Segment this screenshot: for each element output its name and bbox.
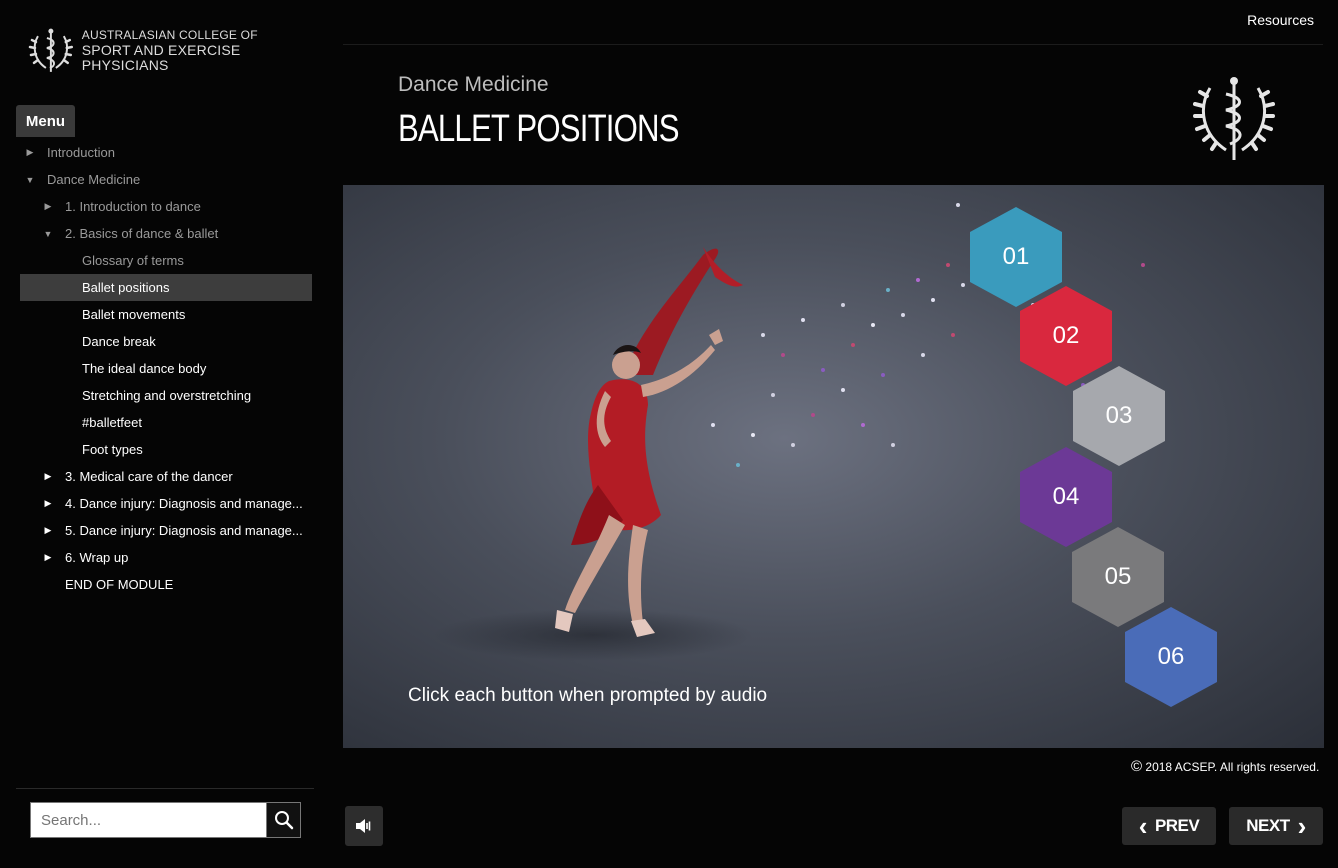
menu-item-label: Ballet movements	[82, 307, 186, 322]
menu-item-stretching[interactable]: Stretching and overstretching	[20, 382, 312, 409]
menu-item-wrap-up[interactable]: ▶ 6. Wrap up	[20, 544, 312, 571]
header-divider	[343, 44, 1323, 45]
caret-right-icon: ▶	[44, 471, 52, 481]
search-icon	[274, 811, 293, 830]
chevron-right-icon: ›	[1297, 811, 1307, 841]
logo-line2: SPORT AND EXERCISE PHYSICIANS	[81, 41, 241, 73]
menu-list: ▶ Introduction ▼ Dance Medicine ▶ 1. Int…	[20, 139, 312, 598]
menu-item-label: 1. Introduction to dance	[65, 199, 201, 214]
menu-item-label: #balletfeet	[82, 415, 142, 430]
menu-item-glossary[interactable]: Glossary of terms	[20, 247, 312, 274]
college-logo: AUSTRALASIAN COLLEGE OF SPORT AND EXERCI…	[28, 26, 330, 74]
caret-down-icon: ▼	[25, 174, 35, 185]
caret-right-icon: ▶	[26, 147, 34, 157]
module-subtitle: Dance Medicine	[398, 73, 549, 96]
menu-item-end-of-module[interactable]: END OF MODULE	[20, 571, 312, 598]
menu-item-label: The ideal dance body	[82, 361, 207, 376]
sidebar-divider	[16, 788, 314, 789]
speaker-icon	[356, 819, 371, 833]
copyright-text: © 2018 ACSEP. All rights reserved.	[1131, 758, 1319, 775]
logo-line1: AUSTRALASIAN COLLEGE OF	[81, 27, 258, 42]
caret-right-icon: ▶	[44, 498, 52, 508]
app-window: AUSTRALASIAN COLLEGE OF SPORT AND EXERCI…	[0, 0, 1338, 868]
menu-item-ballet-movements[interactable]: Ballet movements	[20, 301, 312, 328]
menu-item-foot-types[interactable]: Foot types	[20, 436, 312, 463]
menu-item-introduction[interactable]: ▶ Introduction	[20, 139, 312, 166]
resources-link[interactable]: Resources	[1247, 12, 1314, 28]
audio-toggle-button[interactable]	[345, 806, 383, 846]
menu-item-label: 2. Basics of dance & ballet	[65, 226, 219, 241]
menu-tab[interactable]: Menu	[16, 105, 75, 137]
menu-item-dance-medicine[interactable]: ▼ Dance Medicine	[20, 166, 312, 193]
caduceus-crest-icon	[1193, 77, 1275, 160]
menu-item-label: END OF MODULE	[65, 577, 174, 592]
menu-item-medical-care[interactable]: ▶ 3. Medical care of the dancer	[20, 463, 312, 490]
caret-down-icon: ▼	[43, 228, 53, 239]
prev-button[interactable]: ‹ PREV	[1122, 807, 1216, 845]
menu-item-label: 4. Dance injury: Diagnosis and manage...	[65, 496, 303, 511]
menu-item-label: Introduction	[47, 145, 115, 160]
menu-item-balletfeet[interactable]: #balletfeet	[20, 409, 312, 436]
menu-item-label: 5. Dance injury: Diagnosis and manage...	[65, 523, 303, 538]
content-stage: Click each button when prompted by audio…	[343, 185, 1324, 748]
prev-label: PREV	[1154, 816, 1200, 835]
caduceus-laurel-icon	[28, 28, 74, 72]
page-title: BALLET POSITIONS	[398, 108, 680, 150]
menu-item-label: Ballet positions	[82, 280, 170, 295]
menu-item-dance-injury-4[interactable]: ▶ 4. Dance injury: Diagnosis and manage.…	[20, 490, 312, 517]
menu-item-label: Stretching and overstretching	[82, 388, 252, 403]
menu-item-intro-to-dance[interactable]: ▶ 1. Introduction to dance	[20, 193, 312, 220]
menu-item-ideal-dance-body[interactable]: The ideal dance body	[20, 355, 312, 382]
search-button[interactable]	[266, 803, 300, 837]
copyright-label: 2018 ACSEP. All rights reserved.	[1145, 760, 1320, 774]
menu-item-label: Glossary of terms	[82, 253, 184, 268]
copyright-icon: ©	[1131, 758, 1143, 775]
menu-item-basics-of-dance[interactable]: ▼ 2. Basics of dance & ballet	[20, 220, 312, 247]
caret-right-icon: ▶	[44, 525, 52, 535]
menu-item-label: Dance break	[82, 334, 156, 349]
menu-item-label: Foot types	[82, 442, 143, 457]
chevron-left-icon: ‹	[1138, 811, 1148, 841]
search-input[interactable]	[31, 803, 266, 837]
menu-item-label: 3. Medical care of the dancer	[65, 469, 233, 484]
menu-item-ballet-positions[interactable]: Ballet positions	[20, 274, 312, 301]
sidebar: AUSTRALASIAN COLLEGE OF SPORT AND EXERCI…	[0, 0, 330, 868]
instruction-text: Click each button when prompted by audio	[408, 685, 768, 706]
caret-right-icon: ▶	[44, 201, 52, 211]
caret-right-icon: ▶	[44, 552, 52, 562]
menu-item-label: 6. Wrap up	[65, 550, 129, 565]
menu-item-dance-break[interactable]: Dance break	[20, 328, 312, 355]
next-label: NEXT	[1246, 816, 1290, 835]
menu-item-label: Dance Medicine	[47, 172, 141, 187]
next-button[interactable]: NEXT ›	[1229, 807, 1323, 845]
search-box	[30, 802, 301, 838]
menu-item-dance-injury-5[interactable]: ▶ 5. Dance injury: Diagnosis and manage.…	[20, 517, 312, 544]
